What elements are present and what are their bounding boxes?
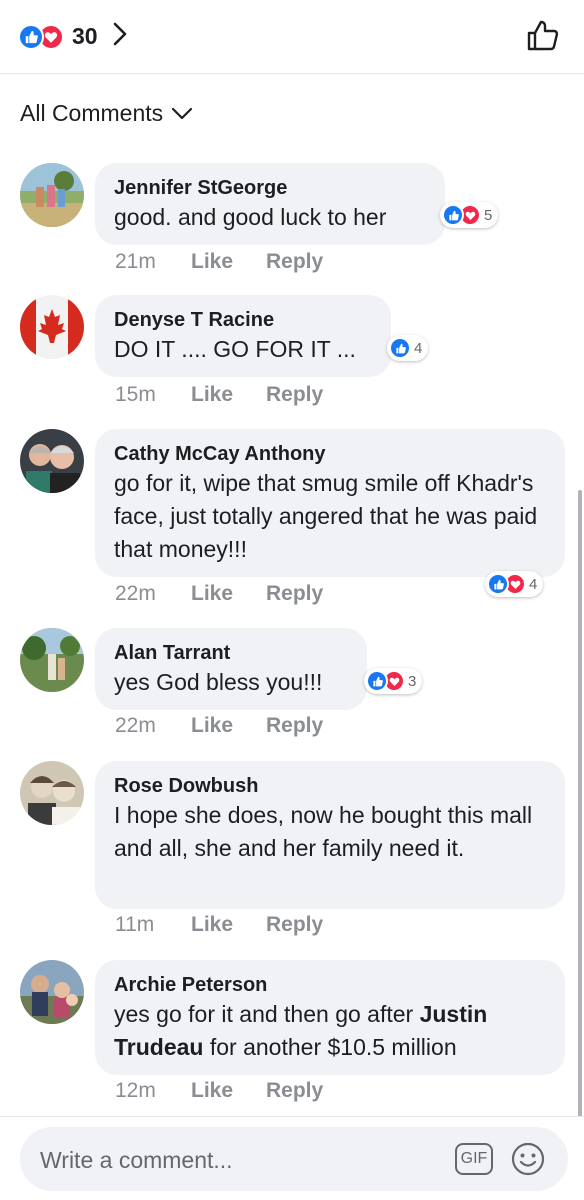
comment-actions: 22m Like Reply bbox=[115, 714, 323, 738]
comment-text: yes go for it and then go after Justin T… bbox=[114, 998, 545, 1064]
reactions-summary-button[interactable]: 30 bbox=[18, 22, 128, 51]
like-outline-icon[interactable] bbox=[526, 18, 560, 57]
avatar[interactable] bbox=[20, 295, 84, 359]
comment-actions: 11m Like Reply bbox=[115, 913, 323, 937]
reply-button[interactable]: Reply bbox=[266, 250, 323, 274]
like-reaction-icon bbox=[389, 337, 411, 359]
reaction-count: 5 bbox=[484, 206, 493, 224]
comment-bubble: Alan Tarrant yes God bless you!!! bbox=[95, 628, 367, 710]
comment-filter-dropdown[interactable]: All Comments bbox=[20, 100, 193, 127]
reaction-count: 4 bbox=[529, 575, 538, 593]
comment-timestamp: 12m bbox=[115, 1079, 156, 1102]
avatar[interactable] bbox=[20, 761, 84, 825]
like-button[interactable]: Like bbox=[191, 913, 266, 937]
like-reaction-icon bbox=[18, 23, 44, 50]
like-button[interactable]: Like bbox=[191, 250, 266, 274]
comment-actions: 21m Like Reply bbox=[115, 250, 323, 274]
scrollbar[interactable] bbox=[578, 490, 582, 1120]
comment-input-placeholder: Write a comment... bbox=[40, 1147, 233, 1173]
avatar[interactable] bbox=[20, 163, 84, 227]
reactions-header: 30 bbox=[0, 0, 584, 74]
like-reaction-icon bbox=[366, 670, 388, 692]
like-button[interactable]: Like bbox=[191, 383, 266, 407]
comment-author[interactable]: Archie Peterson bbox=[114, 972, 545, 998]
reply-button[interactable]: Reply bbox=[266, 714, 323, 738]
comment-timestamp: 11m bbox=[115, 913, 155, 936]
comment-text: I hope she does, now he bought this mall… bbox=[114, 802, 533, 861]
comment-author[interactable]: Rose Dowbush bbox=[114, 773, 545, 799]
comment-actions: 22m Like Reply bbox=[115, 582, 323, 606]
comment-timestamp: 21m bbox=[115, 250, 156, 273]
comment-bubble: Cathy McCay Anthony go for it, wipe that… bbox=[95, 429, 565, 577]
comment-author[interactable]: Denyse T Racine bbox=[114, 307, 371, 333]
comment-reactions[interactable]: 5 bbox=[440, 202, 499, 228]
reply-button[interactable]: Reply bbox=[266, 1079, 323, 1103]
chevron-right-icon bbox=[112, 22, 128, 51]
comment-bubble: Denyse T Racine DO IT .... GO FOR IT ... bbox=[95, 295, 391, 377]
reaction-count: 3 bbox=[408, 672, 417, 690]
comment-timestamp: 15m bbox=[115, 383, 156, 406]
comment-bubble: Rose Dowbush I hope she does, now he bou… bbox=[95, 761, 565, 909]
emoji-icon[interactable] bbox=[510, 1141, 546, 1182]
comment-text: DO IT .... GO FOR IT ... bbox=[114, 336, 356, 362]
like-button[interactable]: Like bbox=[191, 582, 266, 606]
comment-filter-label: All Comments bbox=[20, 100, 164, 126]
chevron-down-icon bbox=[172, 107, 193, 119]
reply-button[interactable]: Reply bbox=[266, 582, 323, 606]
comment-reactions[interactable]: 4 bbox=[387, 335, 429, 361]
avatar[interactable] bbox=[20, 960, 84, 1024]
comment-reactions[interactable]: 4 bbox=[485, 571, 544, 597]
like-reaction-icon bbox=[487, 573, 509, 595]
comment-bubble: Jennifer StGeorge good. and good luck to… bbox=[95, 163, 445, 245]
comment-text: yes God bless you!!! bbox=[114, 669, 323, 695]
reaction-count: 30 bbox=[72, 23, 98, 49]
reaction-count: 4 bbox=[414, 339, 423, 357]
comment-author[interactable]: Alan Tarrant bbox=[114, 640, 347, 666]
comment-timestamp: 22m bbox=[115, 582, 156, 605]
like-reaction-icon bbox=[442, 204, 464, 226]
comment-bubble: Archie Peterson yes go for it and then g… bbox=[95, 960, 565, 1075]
comment-timestamp: 22m bbox=[115, 714, 156, 737]
comment-text-part: yes go for it and then go after bbox=[114, 1001, 420, 1027]
comment-actions: 15m Like Reply bbox=[115, 383, 323, 407]
comment-text-part: for another $10.5 million bbox=[203, 1034, 457, 1060]
avatar[interactable] bbox=[20, 628, 84, 692]
reply-button[interactable]: Reply bbox=[266, 383, 323, 407]
comment-text: good. and good luck to her bbox=[114, 204, 387, 230]
like-button[interactable]: Like bbox=[191, 1079, 266, 1103]
comment-text: go for it, wipe that smug smile off Khad… bbox=[114, 470, 538, 562]
reply-button[interactable]: Reply bbox=[266, 913, 323, 937]
gif-button[interactable]: GIF bbox=[455, 1143, 493, 1175]
comment-actions: 12m Like Reply bbox=[115, 1079, 323, 1103]
comment-author[interactable]: Cathy McCay Anthony bbox=[114, 441, 545, 467]
avatar[interactable] bbox=[20, 429, 84, 493]
comment-input[interactable]: Write a comment... GIF bbox=[20, 1127, 568, 1191]
comment-reactions[interactable]: 3 bbox=[364, 668, 423, 694]
like-button[interactable]: Like bbox=[191, 714, 266, 738]
comment-composer-bar: Write a comment... GIF bbox=[0, 1116, 584, 1200]
comment-author[interactable]: Jennifer StGeorge bbox=[114, 175, 425, 201]
